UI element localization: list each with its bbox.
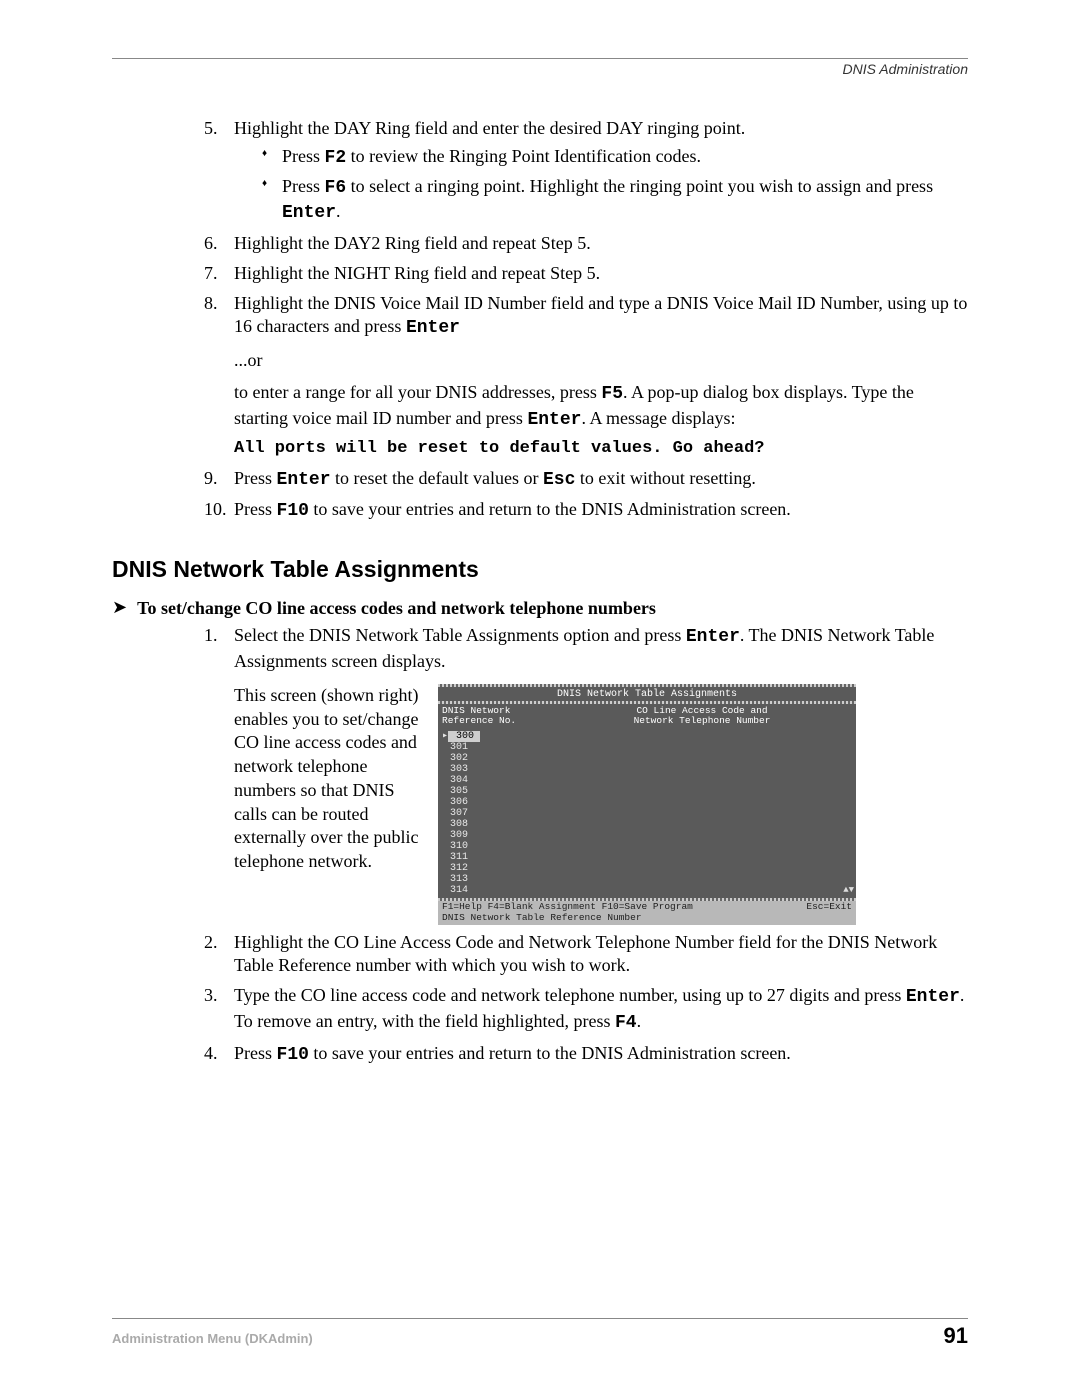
key-f2: F2 xyxy=(325,148,347,168)
step-number: 8. xyxy=(204,292,218,316)
row: 313 xyxy=(442,874,544,885)
step-3: 3. Type the CO line access code and netw… xyxy=(204,984,968,1036)
row-highlighted: ▸300 xyxy=(442,731,544,742)
page-footer: Administration Menu (DKAdmin) 91 xyxy=(112,1318,968,1349)
row: 311 xyxy=(442,852,544,863)
section-heading: DNIS Network Table Assignments xyxy=(112,554,968,584)
row: 309 xyxy=(442,830,544,841)
row: 314 xyxy=(442,885,544,896)
step-1: 1. Select the DNIS Network Table Assignm… xyxy=(204,624,968,924)
step-number: 7. xyxy=(204,262,218,286)
row: 301 xyxy=(442,742,544,753)
key-enter: Enter xyxy=(282,203,336,223)
key-esc: Esc xyxy=(543,470,575,490)
terminal-headers: DNIS Network Reference No. CO Line Acces… xyxy=(438,704,856,729)
key-f6: F6 xyxy=(325,178,347,198)
or-text: ...or xyxy=(234,349,968,373)
step-8: 8. Highlight the DNIS Voice Mail ID Numb… xyxy=(204,292,968,461)
two-column: This screen (shown right) enables you to… xyxy=(234,684,968,925)
procedure-list-a: 5. Highlight the DAY Ring field and ente… xyxy=(204,117,968,524)
step-number: 3. xyxy=(204,984,218,1008)
key-enter: Enter xyxy=(686,627,740,647)
key-enter: Enter xyxy=(406,318,460,338)
step-9: 9. Press Enter to reset the default valu… xyxy=(204,467,968,493)
step-text: Highlight the CO Line Access Code and Ne… xyxy=(234,932,937,976)
step-text: Highlight the DAY Ring field and enter t… xyxy=(234,118,745,138)
page-number: 91 xyxy=(944,1323,968,1349)
row: 310 xyxy=(442,841,544,852)
step-text: Highlight the DAY2 Ring field and repeat… xyxy=(234,233,591,253)
scroll-indicator-icon: ▲▼ xyxy=(843,886,854,896)
content: 5. Highlight the DAY Ring field and ente… xyxy=(112,117,968,1067)
step-6: 6. Highlight the DAY2 Ring field and rep… xyxy=(204,232,968,256)
terminal-footer-2: DNIS Network Table Reference Number xyxy=(438,913,856,924)
terminal-window: DNIS Network Table Assignments DNIS Netw… xyxy=(438,684,856,925)
running-header: DNIS Administration xyxy=(112,61,968,77)
row: 307 xyxy=(442,808,544,819)
row: 305 xyxy=(442,786,544,797)
sub-list: Press F2 to review the Ringing Point Ide… xyxy=(262,145,968,226)
pointer-icon: ➤ xyxy=(112,597,127,619)
footer-keys: F1=Help F4=Blank Assignment F10=Save Pro… xyxy=(442,902,693,912)
step-number: 2. xyxy=(204,931,218,955)
header-rule xyxy=(112,58,968,59)
bullet-1: Press F2 to review the Ringing Point Ide… xyxy=(262,145,968,171)
col-header-left: DNIS Network Reference No. xyxy=(438,704,548,729)
reference-column: ▸300 301 302 303 304 305 306 307 308 3 xyxy=(438,729,548,898)
footer-row: Administration Menu (DKAdmin) 91 xyxy=(112,1323,968,1349)
footer-exit: Esc=Exit xyxy=(806,902,852,912)
step-number: 1. xyxy=(204,624,218,648)
bullet-2: Press F6 to select a ringing point. High… xyxy=(262,175,968,227)
subheading: To set/change CO line access codes and n… xyxy=(137,597,656,621)
col-header-right: CO Line Access Code and Network Telephon… xyxy=(548,704,856,729)
key-f4: F4 xyxy=(615,1013,637,1033)
terminal-title: DNIS Network Table Assignments xyxy=(438,687,856,701)
key-enter: Enter xyxy=(527,410,581,430)
key-enter: Enter xyxy=(277,470,331,490)
key-f10: F10 xyxy=(277,1045,309,1065)
description-paragraph: This screen (shown right) enables you to… xyxy=(234,684,424,925)
footer-left: Administration Menu (DKAdmin) xyxy=(112,1331,313,1346)
step-number: 5. xyxy=(204,117,218,141)
step-7: 7. Highlight the NIGHT Ring field and re… xyxy=(204,262,968,286)
row: 303 xyxy=(442,764,544,775)
step-2: 2. Highlight the CO Line Access Code and… xyxy=(204,931,968,979)
row: 312 xyxy=(442,863,544,874)
row: 306 xyxy=(442,797,544,808)
step-number: 6. xyxy=(204,232,218,256)
step-5: 5. Highlight the DAY Ring field and ente… xyxy=(204,117,968,226)
footer-rule xyxy=(112,1318,968,1319)
step-number: 10. xyxy=(204,498,227,522)
key-f5: F5 xyxy=(601,384,623,404)
embedded-screenshot: DNIS Network Table Assignments DNIS Netw… xyxy=(438,684,968,925)
step-number: 9. xyxy=(204,467,218,491)
row: 304 xyxy=(442,775,544,786)
terminal-body: ▸300 301 302 303 304 305 306 307 308 3 xyxy=(438,729,856,898)
procedure-list-b: 1. Select the DNIS Network Table Assignm… xyxy=(204,624,968,1067)
step-10: 10. Press F10 to save your entries and r… xyxy=(204,498,968,524)
system-message: All ports will be reset to default value… xyxy=(234,438,968,460)
step-number: 4. xyxy=(204,1042,218,1066)
step-text: Highlight the NIGHT Ring field and repea… xyxy=(234,263,600,283)
row: 302 xyxy=(442,753,544,764)
step-4: 4. Press F10 to save your entries and re… xyxy=(204,1042,968,1068)
page: DNIS Administration 5. Highlight the DAY… xyxy=(0,0,1080,1397)
value-column: ▲▼ xyxy=(548,729,856,898)
key-enter: Enter xyxy=(906,987,960,1007)
key-f10: F10 xyxy=(277,501,309,521)
row: 308 xyxy=(442,819,544,830)
subheading-row: ➤ To set/change CO line access codes and… xyxy=(112,597,968,621)
